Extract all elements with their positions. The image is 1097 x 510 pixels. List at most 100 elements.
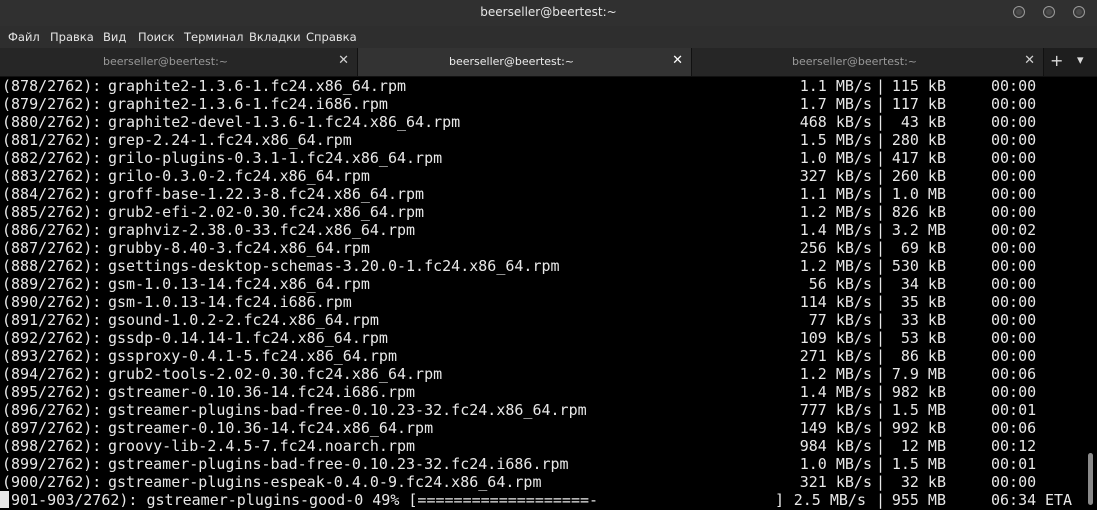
close-tab-icon[interactable]: ✕	[672, 53, 683, 68]
package-name: gssdp-0.14.14-1.fc24.x86_64.rpm	[108, 329, 388, 347]
download-speed: 468 kB/s	[799, 113, 872, 131]
package-name: gstreamer-plugins-espeak-0.4.0-9.fc24.x8…	[108, 473, 542, 491]
close-tab-icon[interactable]: ✕	[338, 53, 349, 68]
tab-menu-chevron-down-icon[interactable]: ▾	[1077, 53, 1084, 68]
package-name: gsm-1.0.13-14.fc24.i686.rpm	[108, 293, 352, 311]
progress-size: 955 MB	[891, 491, 946, 509]
download-time: 00:01	[991, 455, 1037, 473]
terminal-window: beerseller@beertest:~ Файл Правка Вид По…	[0, 0, 1097, 510]
download-line: (891/2762): gsound-1.0.2-2.fc24.x86_64.rp…	[0, 311, 1085, 329]
download-time: 00:02	[991, 221, 1037, 239]
download-time: 00:00	[991, 383, 1037, 401]
package-name: gstreamer-0.10.36-14.fc24.i686.rpm	[108, 383, 416, 401]
scrollbar[interactable]	[1085, 77, 1097, 510]
download-line: (898/2762): groovy-lib-2.4.5-7.fc24.noarc…	[0, 437, 1085, 455]
download-time: 00:00	[991, 131, 1037, 149]
package-name: gsettings-desktop-schemas-3.20.0-1.fc24.…	[108, 257, 560, 275]
package-size: 12 MB	[900, 437, 946, 455]
line-index: (899/2762):	[2, 455, 102, 473]
column-separator: |	[876, 437, 886, 455]
line-index: (882/2762):	[2, 149, 102, 167]
column-separator: |	[876, 149, 886, 167]
download-time: 00:00	[991, 167, 1037, 185]
line-index: (880/2762):	[2, 113, 102, 131]
progress-eta: 06:34	[991, 491, 1037, 509]
column-separator: |	[876, 473, 886, 491]
maximize-button[interactable]	[1043, 6, 1055, 18]
download-time: 00:06	[991, 365, 1037, 383]
line-index: (893/2762):	[2, 347, 102, 365]
package-name: grilo-0.3.0-2.fc24.x86_64.rpm	[108, 167, 370, 185]
tab-2[interactable]: beerseller@beertest:~ ✕	[358, 48, 692, 76]
column-separator: |	[876, 113, 886, 131]
download-line: (896/2762): gstreamer-plugins-bad-free-0.…	[0, 401, 1085, 419]
line-index: (895/2762):	[2, 383, 102, 401]
package-size: 32 kB	[900, 473, 946, 491]
package-size: 115 kB	[891, 77, 946, 95]
package-name: gsm-1.0.13-14.fc24.x86_64.rpm	[108, 275, 370, 293]
line-index: (881/2762):	[2, 131, 102, 149]
column-separator: |	[876, 455, 886, 473]
line-index: (890/2762):	[2, 293, 102, 311]
column-separator: |	[876, 365, 886, 383]
download-line: (885/2762): grub2-efi-2.02-0.30.fc24.x86_…	[0, 203, 1085, 221]
line-index: (891/2762):	[2, 311, 102, 329]
download-time: 00:06	[991, 419, 1037, 437]
titlebar[interactable]: beerseller@beertest:~	[0, 0, 1097, 26]
menu-search[interactable]: Поиск	[138, 30, 174, 44]
progress-speed: 2.5 MB/s	[793, 491, 866, 509]
download-time: 00:00	[991, 185, 1037, 203]
menu-edit[interactable]: Правка	[50, 30, 94, 44]
tab-label: beerseller@beertest:~	[791, 55, 918, 68]
download-time: 00:01	[991, 401, 1037, 419]
minimize-button[interactable]	[1013, 6, 1025, 18]
tab-label: beerseller@beertest:~	[102, 55, 229, 68]
menu-help[interactable]: Справка	[306, 30, 357, 44]
line-index: (900/2762):	[2, 473, 102, 491]
column-separator: |	[876, 167, 886, 185]
line-index: (887/2762):	[2, 239, 102, 257]
download-speed: 271 kB/s	[799, 347, 872, 365]
package-size: 1.0 MB	[891, 185, 946, 203]
download-speed: 984 kB/s	[799, 437, 872, 455]
download-line: (900/2762): gstreamer-plugins-espeak-0.4.…	[0, 473, 1085, 491]
column-separator: |	[876, 95, 886, 113]
package-name: grub2-efi-2.02-0.30.fc24.x86_64.rpm	[108, 203, 425, 221]
terminal-output[interactable]: (878/2762): graphite2-1.3.6-1.fc24.x86_64…	[0, 77, 1085, 510]
download-speed: 109 kB/s	[799, 329, 872, 347]
download-line: (881/2762): grep-2.24-1.fc24.x86_64.rpm 1.…	[0, 131, 1085, 149]
tab-3[interactable]: beerseller@beertest:~ ✕	[692, 48, 1044, 76]
download-speed: 1.2 MB/s	[799, 257, 872, 275]
package-size: 992 kB	[891, 419, 946, 437]
line-index: (896/2762):	[2, 401, 102, 419]
menu-view[interactable]: Вид	[103, 30, 126, 44]
scrollbar-thumb[interactable]	[1088, 453, 1093, 505]
package-size: 43 kB	[900, 113, 946, 131]
column-separator: |	[876, 239, 886, 257]
close-tab-icon[interactable]: ✕	[1024, 53, 1035, 68]
column-separator: |	[876, 131, 886, 149]
download-line: (888/2762): gsettings-desktop-schemas-3.2…	[0, 257, 1085, 275]
download-speed: 1.7 MB/s	[799, 95, 872, 113]
package-size: 7.9 MB	[891, 365, 946, 383]
line-index: (885/2762):	[2, 203, 102, 221]
package-size: 417 kB	[891, 149, 946, 167]
progress-line: (901-903/2762): gstreamer-plugins-good-0…	[0, 491, 1085, 509]
download-speed: 1.2 MB/s	[799, 365, 872, 383]
download-speed: 1.4 MB/s	[799, 221, 872, 239]
download-speed: 1.5 MB/s	[799, 131, 872, 149]
menu-terminal[interactable]: Терминал	[184, 30, 243, 44]
new-tab-button[interactable]: +	[1050, 51, 1063, 70]
menu-tabs[interactable]: Вкладки	[249, 30, 301, 44]
close-window-button[interactable]	[1073, 6, 1085, 18]
line-index: (889/2762):	[2, 275, 102, 293]
package-name: graphite2-1.3.6-1.fc24.x86_64.rpm	[108, 77, 407, 95]
package-size: 53 kB	[900, 329, 946, 347]
tab-bar: beerseller@beertest:~ ✕ beerseller@beert…	[0, 48, 1097, 77]
line-index: (878/2762):	[2, 77, 102, 95]
menu-file[interactable]: Файл	[8, 30, 40, 44]
column-separator: |	[876, 257, 886, 275]
tab-1[interactable]: beerseller@beertest:~ ✕	[0, 48, 358, 76]
download-line: (890/2762): gsm-1.0.13-14.fc24.i686.rpm 11…	[0, 293, 1085, 311]
download-time: 00:00	[991, 77, 1037, 95]
